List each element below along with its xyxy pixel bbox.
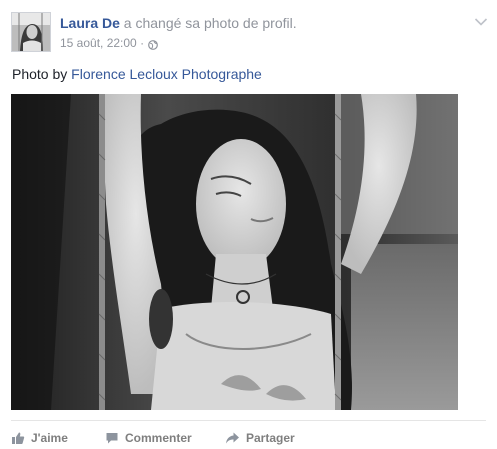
comment-label: Commenter [125,431,192,445]
photographer-link[interactable]: Florence Lecloux Photographe [71,66,262,82]
like-label: J'aime [31,431,68,445]
actions-divider [11,420,486,421]
comment-icon [105,431,119,445]
caption-prefix: Photo by [12,66,72,82]
post-action-text: a changé sa photo de profil. [119,15,297,31]
share-button[interactable]: Partager [225,431,295,445]
share-label: Partager [246,431,295,445]
feed-post: Laura De a changé sa photo de profil. 15… [0,0,497,449]
comment-button[interactable]: Commenter [105,431,225,445]
globe-icon[interactable] [148,38,158,50]
thumbs-up-icon [11,431,25,445]
author-name[interactable]: Laura De [60,15,120,31]
chevron-down-icon[interactable] [474,14,488,26]
share-icon [225,431,240,445]
post-actions-bar: J'aime Commenter Partager [11,428,295,448]
post-timestamp[interactable]: 15 août, 22:00 · [60,35,144,51]
author-avatar[interactable] [11,12,51,52]
like-button[interactable]: J'aime [11,431,105,445]
post-header-line: Laura De a changé sa photo de profil. [60,14,297,32]
post-meta: 15 août, 22:00 · [60,35,158,51]
post-caption: Photo by Florence Lecloux Photographe [12,65,262,83]
profile-photo[interactable] [11,94,458,410]
